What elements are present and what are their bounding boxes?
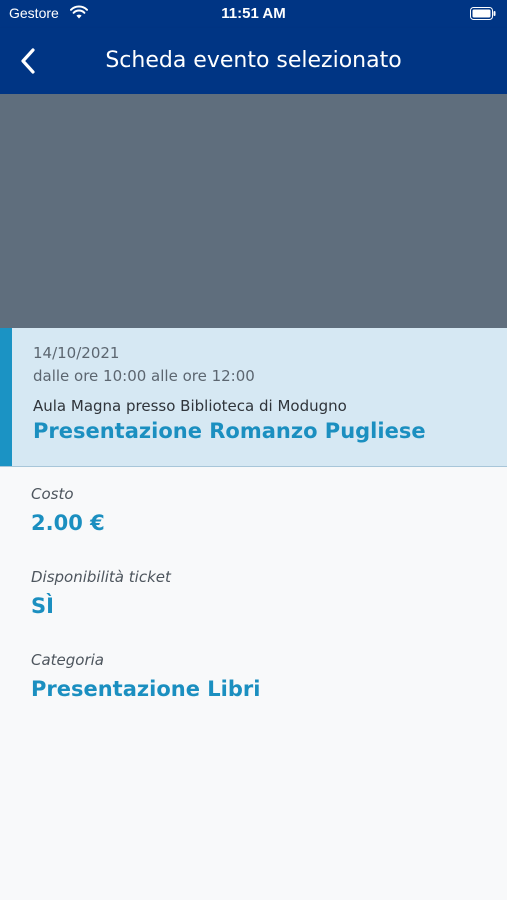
cost-value: 2.00 € (31, 511, 105, 535)
back-button[interactable] (14, 44, 44, 78)
event-place: Aula Magna presso Biblioteca di Modugno (33, 397, 347, 415)
navigation-bar: Scheda evento selezionato (0, 28, 507, 94)
battery-icon (470, 7, 496, 20)
cost-label: Costo (31, 485, 74, 503)
event-date: 14/10/2021 (33, 344, 120, 362)
category-value: Presentazione Libri (31, 677, 261, 701)
ticket-availability-value: SÌ (31, 594, 54, 618)
accent-bar (0, 328, 12, 466)
event-image-placeholder (0, 94, 507, 328)
clock-time: 11:51 AM (221, 5, 286, 22)
ticket-availability-label: Disponibilità ticket (31, 568, 171, 586)
event-summary-card: 14/10/2021 dalle ore 10:00 alle ore 12:0… (0, 328, 507, 467)
status-bar: Gestore 11:51 AM (0, 0, 507, 28)
category-label: Categoria (31, 651, 105, 669)
event-hours: dalle ore 10:00 alle ore 12:00 (33, 367, 255, 385)
chevron-left-icon (21, 48, 35, 74)
page-title: Scheda evento selezionato (105, 48, 402, 73)
event-title: Presentazione Romanzo Pugliese (33, 419, 426, 443)
